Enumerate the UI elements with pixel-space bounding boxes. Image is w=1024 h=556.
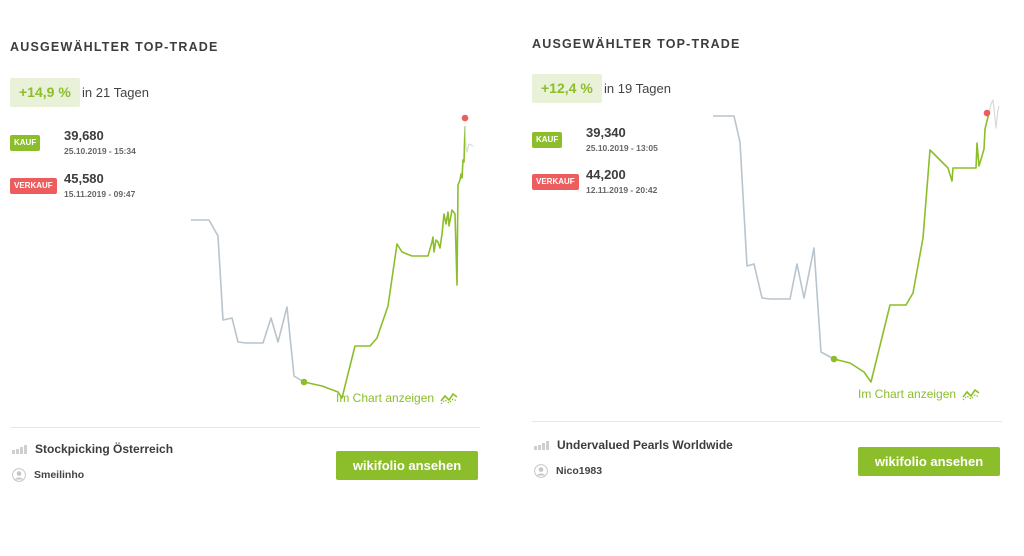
view-wikifolio-button[interactable]: wikifolio ansehen bbox=[336, 451, 478, 480]
show-in-chart-link[interactable]: Im Chart anzeigen bbox=[858, 387, 980, 401]
top-trade-card: AUSGEWÄHLTER TOP-TRADE +14,9 % in 21 Tag… bbox=[0, 0, 480, 556]
trader-name: Nico1983 bbox=[556, 465, 603, 477]
sell-marker bbox=[983, 109, 991, 117]
pre-trade-line bbox=[191, 219, 305, 383]
divider bbox=[10, 427, 480, 428]
trade-line bbox=[303, 125, 466, 399]
trade-line bbox=[833, 112, 990, 383]
trader-row: Nico1983 bbox=[534, 464, 602, 478]
post-trade-line bbox=[464, 125, 474, 153]
show-in-chart-label: Im Chart anzeigen bbox=[336, 391, 435, 405]
trend-chart-icon bbox=[962, 388, 980, 401]
trader-name: Smeilinho bbox=[34, 469, 85, 481]
user-avatar-icon bbox=[534, 464, 548, 478]
wikifolio-row: Undervalued Pearls Worldwide bbox=[534, 438, 733, 452]
sell-marker bbox=[461, 114, 469, 122]
bar-chart-icon bbox=[12, 444, 27, 454]
show-in-chart-link[interactable]: Im Chart anzeigen bbox=[336, 391, 458, 405]
pre-trade-line bbox=[713, 115, 835, 360]
trend-chart-icon bbox=[440, 392, 458, 405]
trade-price-chart bbox=[191, 114, 474, 399]
show-in-chart-label: Im Chart anzeigen bbox=[858, 387, 957, 401]
buy-marker bbox=[830, 355, 838, 363]
post-trade-line bbox=[988, 99, 1000, 129]
trade-price-chart bbox=[713, 99, 1000, 383]
bar-chart-icon bbox=[534, 440, 549, 450]
user-avatar-icon bbox=[12, 468, 26, 482]
wikifolio-name: Undervalued Pearls Worldwide bbox=[557, 438, 733, 452]
view-wikifolio-button[interactable]: wikifolio ansehen bbox=[858, 447, 1000, 476]
trader-row: Smeilinho bbox=[12, 468, 84, 482]
divider bbox=[532, 421, 1002, 422]
wikifolio-row: Stockpicking Österreich bbox=[12, 442, 173, 456]
wikifolio-name: Stockpicking Österreich bbox=[35, 442, 174, 456]
top-trade-card: AUSGEWÄHLTER TOP-TRADE +12,4 % in 19 Tag… bbox=[522, 0, 1002, 556]
buy-marker bbox=[300, 378, 308, 386]
